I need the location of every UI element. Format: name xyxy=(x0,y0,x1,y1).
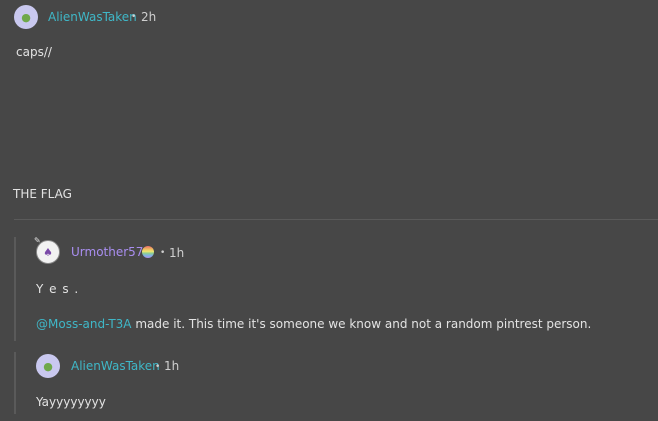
reply-text: @Moss-and-T3A made it. This time it's so… xyxy=(36,317,591,331)
dot-separator: • xyxy=(155,362,161,372)
alien-icon: ● xyxy=(43,359,53,373)
username-link[interactable]: Urmother57 xyxy=(71,245,143,259)
username-link[interactable]: AlienWasTaken xyxy=(48,10,137,24)
reply-text: Y e s . xyxy=(36,282,80,296)
post-content: THE FLAG xyxy=(13,187,72,201)
pencil-icon: ✎ xyxy=(34,236,41,245)
reply-text-rest: made it. This time it's someone we know … xyxy=(135,317,592,331)
reply-text: Yayyyyyyyy xyxy=(36,395,106,409)
post-time[interactable]: 2h xyxy=(141,10,156,24)
pride-flag-icon xyxy=(142,246,154,258)
avatar[interactable]: ● xyxy=(14,5,38,29)
reply-time[interactable]: 1h xyxy=(169,246,184,260)
mention-link[interactable]: @Moss-and-T3A xyxy=(36,317,132,331)
dot-separator: • xyxy=(131,12,137,22)
character-icon: ♠ xyxy=(43,245,53,259)
dot-separator: • xyxy=(160,248,166,258)
avatar[interactable]: ● xyxy=(36,354,60,378)
reply-time[interactable]: 1h xyxy=(164,359,179,373)
thread-line xyxy=(14,237,16,341)
alien-icon: ● xyxy=(21,10,31,24)
divider xyxy=(14,219,658,220)
thread-line xyxy=(14,352,16,414)
username-link[interactable]: AlienWasTaken xyxy=(71,359,160,373)
post-caption: caps// xyxy=(16,45,52,59)
